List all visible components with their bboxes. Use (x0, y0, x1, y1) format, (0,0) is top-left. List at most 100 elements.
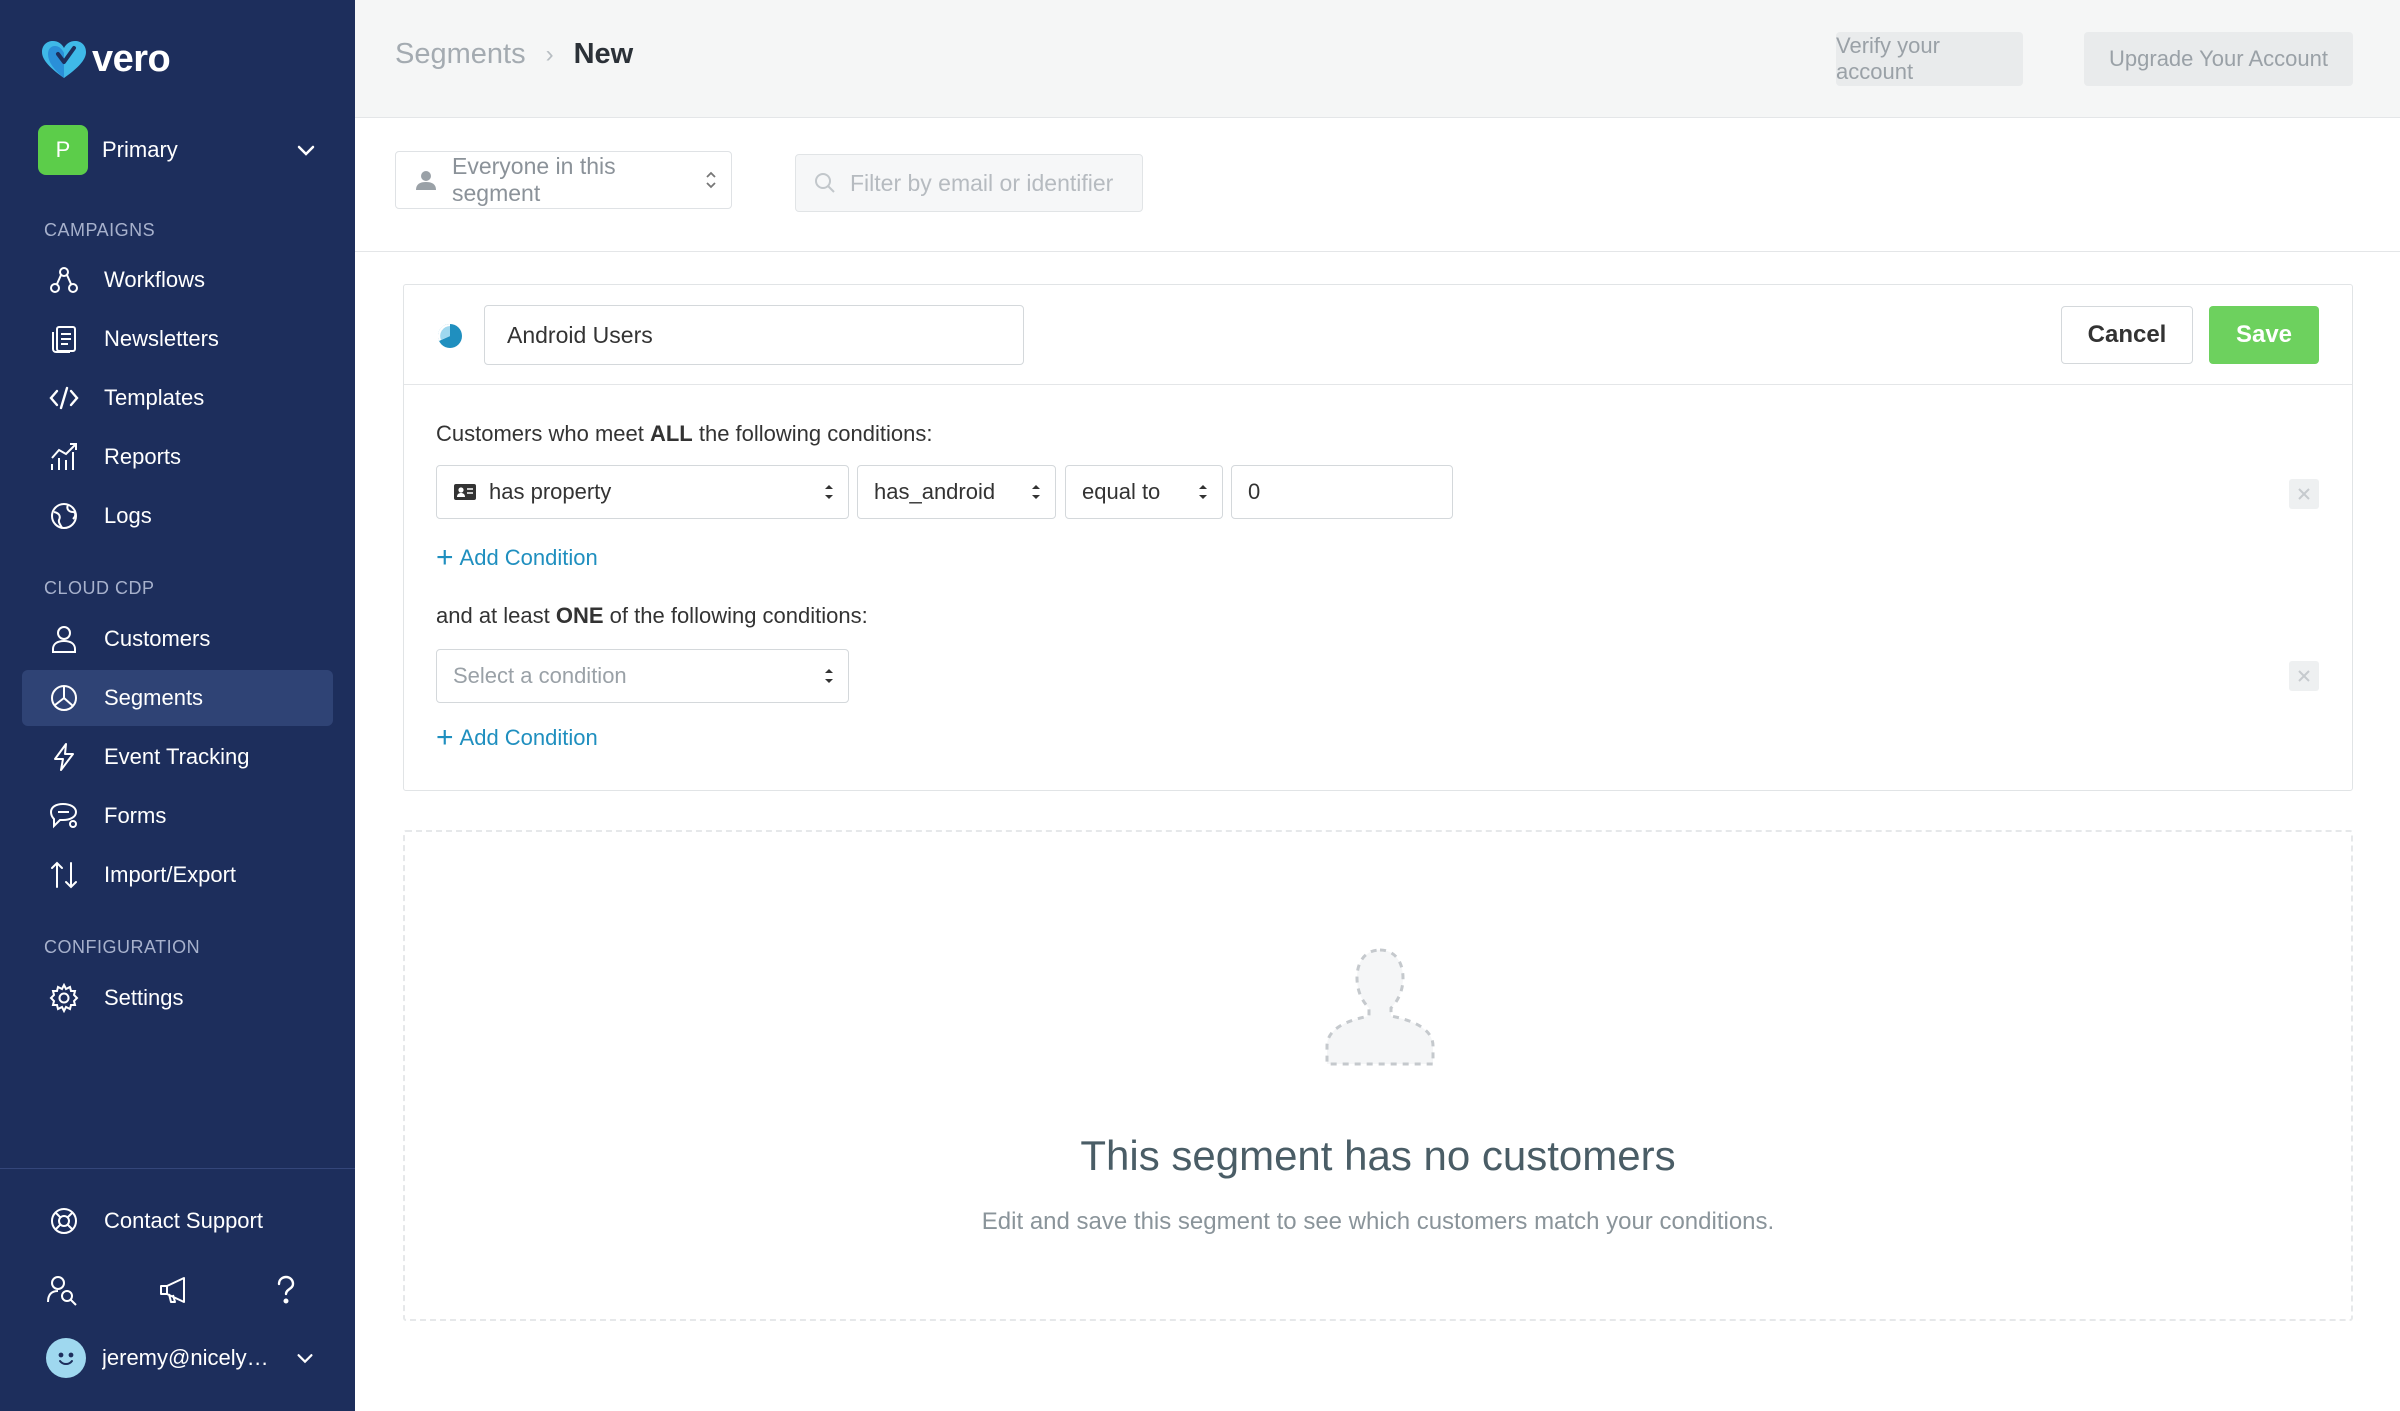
user-menu[interactable]: jeremy@nicely… (46, 1336, 316, 1380)
sidebar-item-label: Workflows (104, 267, 206, 292)
sidebar-item-contact-support[interactable]: Contact Support (22, 1193, 333, 1249)
sidebar-item-templates[interactable]: Templates (22, 370, 333, 426)
condition-property-value: has_android (874, 479, 996, 504)
sidebar-item-newsletters[interactable]: Newsletters (22, 311, 333, 367)
segment-view-select[interactable]: Everyone in this segment (395, 151, 732, 209)
filter-search-input[interactable] (850, 169, 1130, 197)
sidebar-item-label: Contact Support (104, 1208, 263, 1233)
breadcrumb-separator-icon: › (545, 40, 554, 68)
sidebar-item-label: Templates (104, 385, 205, 410)
user-group-icon (416, 171, 436, 190)
sidebar-item-settings[interactable]: Settings (22, 970, 333, 1026)
save-button[interactable]: Save (2209, 306, 2319, 364)
all-conditions-keyword: ALL (649, 421, 693, 446)
sidebar-item-label: Logs (104, 503, 152, 528)
add-condition-label: Add Condition (459, 545, 598, 570)
select-caret-icon (825, 669, 833, 683)
sidebar-item-label: Reports (104, 444, 182, 469)
sidebar-item-label: Event Tracking (104, 744, 250, 769)
vero-logo[interactable]: vero (40, 38, 171, 81)
workspace-switcher[interactable]: P Primary (38, 124, 318, 176)
add-one-condition-link[interactable]: + Add Condition (436, 723, 598, 753)
sidebar-item-customers[interactable]: Customers (22, 611, 333, 667)
one-conditions-prefix: and at least (436, 603, 556, 628)
segment-view-label: Everyone in this segment (452, 153, 616, 206)
one-conditions-keyword: ONE (555, 603, 604, 628)
chevron-down-icon (297, 145, 315, 156)
condition-operator-select[interactable]: equal to (1065, 465, 1223, 519)
condition-property-select[interactable]: has_android (857, 465, 1056, 519)
user-icon (48, 623, 80, 655)
condition-type-select[interactable]: has property (436, 465, 849, 519)
segment-editor: Cancel Save Customers who meet ALL the f… (403, 284, 2353, 791)
all-conditions-suffix: the following conditions: (692, 421, 933, 446)
verify-account-button[interactable]: Verify your account (1836, 32, 2023, 86)
breadcrumb-segments-link[interactable]: Segments (395, 38, 526, 71)
add-all-condition-link[interactable]: + Add Condition (436, 543, 598, 573)
avatar (46, 1338, 86, 1378)
page-title: New (573, 38, 634, 70)
sidebar-item-label: Import/Export (104, 862, 237, 887)
one-conditions-suffix: of the following conditions: (603, 603, 868, 628)
filter-search-field[interactable] (795, 154, 1143, 212)
id-card-icon (454, 484, 476, 500)
user-name: jeremy@nicely… (102, 1345, 269, 1370)
select-caret-icon (1032, 485, 1040, 499)
remove-condition-button[interactable] (2289, 479, 2319, 509)
sidebar-item-logs[interactable]: Logs (22, 488, 333, 544)
select-condition-placeholder: Select a condition (453, 663, 627, 688)
lightning-icon (48, 741, 80, 773)
reports-icon (48, 441, 80, 473)
cancel-button[interactable]: Cancel (2061, 306, 2193, 364)
section-title-campaigns: CAMPAIGNS (44, 220, 156, 240)
sidebar-bottom-icons (44, 1272, 304, 1308)
sidebar-item-label: Newsletters (104, 326, 219, 351)
help-icon[interactable] (268, 1272, 304, 1308)
all-conditions-label: Customers who meet ALL the following con… (436, 421, 932, 447)
segments-icon (48, 682, 80, 714)
user-search-icon[interactable] (44, 1272, 80, 1308)
sidebar-item-reports[interactable]: Reports (22, 429, 333, 485)
breadcrumb: Segments › New (395, 38, 633, 71)
plus-icon: + (436, 541, 454, 574)
sidebar-item-workflows[interactable]: Workflows (22, 252, 333, 308)
close-icon (2298, 488, 2310, 500)
sidebar-item-forms[interactable]: Forms (22, 788, 333, 844)
filter-bar: Everyone in this segment (355, 118, 2400, 252)
empty-state-subtitle: Edit and save this segment to see which … (981, 1208, 1775, 1235)
empty-state: This segment has no customers Edit and s… (403, 830, 2353, 1321)
segment-name-input[interactable] (484, 305, 1024, 365)
add-condition-label: Add Condition (459, 725, 598, 750)
import-export-icon (48, 859, 80, 891)
sidebar-item-import-export[interactable]: Import/Export (22, 847, 333, 903)
condition-value-input[interactable] (1231, 465, 1453, 519)
megaphone-icon[interactable] (156, 1272, 192, 1308)
close-icon (2298, 670, 2310, 682)
sidebar-item-label: Forms (104, 803, 167, 828)
sidebar-item-label: Segments (104, 685, 204, 710)
segment-editor-header: Cancel Save (404, 285, 2352, 385)
logo-text: vero (92, 38, 171, 80)
sidebar-item-label: Customers (104, 626, 211, 651)
globe-icon (48, 500, 80, 532)
empty-state-title: This segment has no customers (1080, 1132, 1676, 1179)
empty-user-icon (1325, 948, 1435, 1066)
select-caret-icon (825, 485, 833, 499)
code-icon (48, 382, 80, 414)
top-header: Segments › New Verify your account Upgra… (355, 0, 2400, 118)
upgrade-account-button[interactable]: Upgrade Your Account (2084, 32, 2353, 86)
heart-logo-icon (42, 40, 86, 78)
sidebar-item-event-tracking[interactable]: Event Tracking (22, 729, 333, 785)
workflows-icon (48, 264, 80, 296)
remove-condition-button[interactable] (2289, 661, 2319, 691)
sidebar-item-segments[interactable]: Segments (22, 670, 333, 726)
pie-chart-icon (437, 323, 462, 348)
select-caret-icon (1199, 485, 1207, 499)
section-title-cloud-cdp: CLOUD CDP (44, 578, 155, 598)
sidebar-divider (0, 1168, 355, 1169)
chevron-down-icon (297, 1354, 313, 1364)
select-condition-dropdown[interactable]: Select a condition (436, 649, 849, 703)
workspace-badge: P (38, 125, 88, 175)
search-icon (815, 173, 835, 193)
one-conditions-label: and at least ONE of the following condit… (436, 603, 868, 629)
